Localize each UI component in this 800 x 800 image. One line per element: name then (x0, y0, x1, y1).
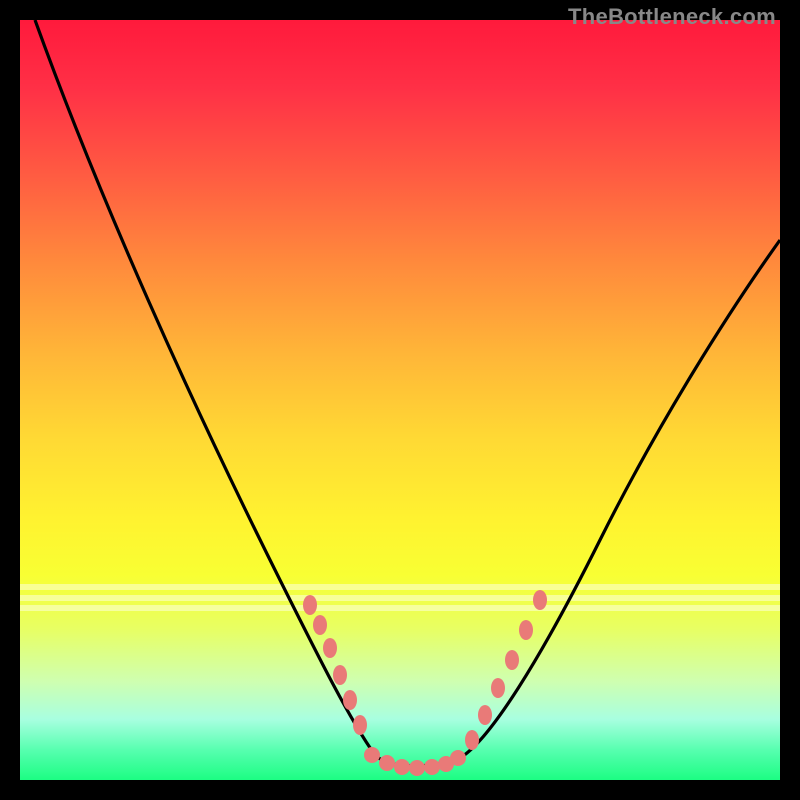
dot-cluster-left (303, 595, 367, 735)
curve-path (35, 20, 780, 766)
dot-cluster-floor (364, 747, 466, 776)
chart-plot-area (20, 20, 780, 780)
bottleneck-curve (20, 20, 780, 780)
dot-cluster-right (465, 590, 547, 750)
chart-stage: TheBottleneck.com (0, 0, 800, 800)
attribution-label: TheBottleneck.com (568, 4, 776, 30)
